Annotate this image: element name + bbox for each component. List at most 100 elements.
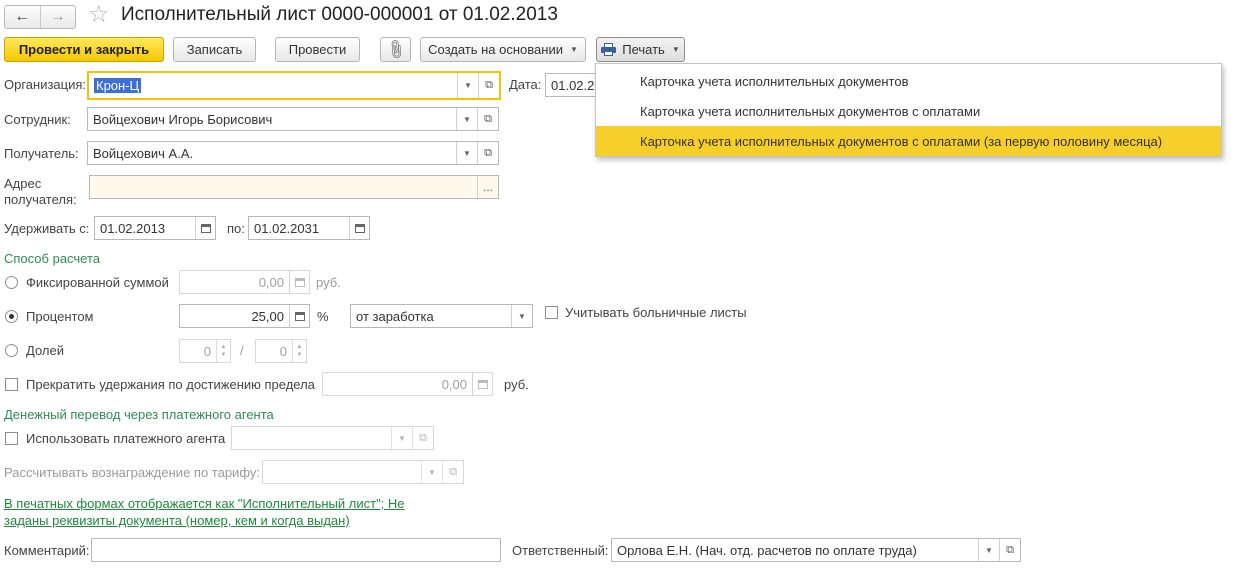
organization-field[interactable]: Крон-Ц ▼ ⧉ [87,71,501,100]
fixed-sum-unit: руб. [316,275,341,290]
percent-base-select[interactable]: от заработка ▼ [350,304,533,328]
calc-method-section: Способ расчета [4,251,101,266]
back-arrow-icon: ← [14,8,31,25]
forward-arrow-icon: → [49,8,66,25]
fixed-sum-label: Фиксированной суммой [26,275,169,290]
select-ellipsis-icon[interactable]: ... [477,176,498,198]
calculator-icon[interactable] [289,305,309,327]
chevron-down-icon[interactable]: ▼ [456,142,477,164]
organization-value: Крон-Ц [94,78,142,93]
share-numerator-field[interactable]: 0 ▲ ▼ [179,339,231,363]
percent-label: Процентом [26,309,94,324]
date-field[interactable]: 01.02.2013 [545,73,597,97]
print-menu-item-highlighted[interactable]: Карточка учета исполнительных документов… [596,126,1221,156]
spinner-icon[interactable]: ▲ ▼ [216,340,230,362]
percent-base-value: от заработка [356,308,434,324]
fixed-sum-radio[interactable] [5,276,18,289]
share-denominator-field[interactable]: 0 ▲ ▼ [255,339,307,363]
print-button[interactable]: Печать ▼ [596,37,685,62]
sick-leave-checkbox[interactable] [545,306,558,319]
chevron-down-icon[interactable]: ▼ [978,539,999,561]
chevron-down-icon[interactable]: ▼ [511,305,532,327]
employee-field[interactable]: Войцехович Игорь Борисович ▼ ⧉ [87,107,499,131]
print-dropdown-menu: Карточка учета исполнительных документов… [595,63,1222,157]
spinner-icon[interactable]: ▲ ▼ [292,340,306,362]
calculator-icon[interactable] [472,373,492,395]
responsible-value: Орлова Е.Н. (Нач. отд. расчетов по оплат… [617,542,917,558]
payment-agent-field[interactable]: ▼ ⧉ [231,426,434,450]
print-forms-warning-link[interactable]: В печатных формах отображается как "Испо… [4,495,414,529]
create-based-on-button[interactable]: Создать на основании ▼ [420,37,586,62]
open-icon[interactable]: ⧉ [999,539,1020,561]
organization-label: Организация: [4,77,87,92]
paperclip-icon: 📎︎ [383,37,408,61]
calculator-icon[interactable] [289,271,309,293]
attach-files-button[interactable]: 📎︎ [380,37,411,62]
employee-value: Войцехович Игорь Борисович [93,111,273,127]
open-icon[interactable]: ⧉ [412,427,433,449]
hold-to-label: по: [227,221,245,236]
share-denominator-value: 0 [279,343,287,359]
limit-checkbox[interactable] [5,378,18,391]
use-agent-label: Использовать платежного агента [26,431,226,446]
responsible-field[interactable]: Орлова Е.Н. (Нач. отд. расчетов по оплат… [611,538,1021,562]
date-value: 01.02.2013 [551,77,597,93]
post-button[interactable]: Провести [275,37,360,62]
chevron-down-icon[interactable]: ▼ [421,461,442,483]
hold-to-value: 01.02.2031 [254,220,320,236]
post-and-close-button[interactable]: Провести и закрыть [4,37,164,62]
chevron-down-icon[interactable]: ▼ [457,73,478,98]
print-menu-item[interactable]: Карточка учета исполнительных документов [596,66,1221,96]
address-label-line1: Адрес [4,176,42,191]
hold-from-value: 01.02.2013 [100,220,166,236]
open-icon[interactable]: ⧉ [477,108,498,130]
percent-field[interactable]: 25,00 [179,304,310,328]
favorite-star-icon[interactable]: ☆ [88,2,110,28]
print-menu-item[interactable]: Карточка учета исполнительных документов… [596,96,1221,126]
calendar-icon[interactable] [195,217,215,239]
recipient-value: Войцехович А.А. [93,145,194,161]
fixed-sum-value: 0,00 [258,274,284,290]
tariff-field[interactable]: ▼ ⧉ [262,460,464,484]
calendar-icon[interactable] [349,217,369,239]
create-based-on-label: Создать на основании [428,42,563,57]
use-agent-checkbox[interactable] [5,432,18,445]
fixed-sum-field[interactable]: 0,00 [179,270,310,294]
open-icon[interactable]: ⧉ [478,73,499,98]
back-button[interactable]: ← [5,6,40,28]
comment-label: Комментарий: [4,543,90,558]
percent-unit: % [317,309,329,324]
navigation-buttons: ← → [4,5,76,29]
percent-radio[interactable] [5,310,18,323]
limit-label: Прекратить удержания по достижению преде… [26,377,315,392]
limit-unit: руб. [504,377,529,392]
chevron-down-icon: ▼ [671,45,680,54]
hold-from-field[interactable]: 01.02.2013 [94,216,216,240]
recipient-label: Получатель: [4,146,79,161]
recipient-field[interactable]: Войцехович А.А. ▼ ⧉ [87,141,499,165]
hold-from-label: Удерживать с: [4,221,90,236]
employee-label: Сотрудник: [4,112,71,127]
address-field[interactable]: ... [89,175,499,199]
address-label-line2: получателя: [4,192,77,207]
payment-agent-section: Денежный перевод через платежного агента [4,407,274,422]
share-separator: / [240,343,244,358]
open-icon[interactable]: ⧉ [477,142,498,164]
limit-value: 0,00 [441,376,467,392]
percent-value: 25,00 [251,308,284,324]
chevron-down-icon[interactable]: ▼ [391,427,412,449]
printer-icon [601,43,617,56]
save-button[interactable]: Записать [173,37,256,62]
share-numerator-value: 0 [203,343,211,359]
forward-button[interactable]: → [39,6,76,28]
comment-field[interactable] [91,538,501,562]
chevron-down-icon: ▼ [569,45,578,54]
open-icon[interactable]: ⧉ [442,461,463,483]
limit-field[interactable]: 0,00 [322,372,493,396]
print-label: Печать [622,42,665,57]
hold-to-field[interactable]: 01.02.2031 [248,216,370,240]
share-radio[interactable] [5,344,18,357]
sick-leave-label: Учитывать больничные листы [565,305,747,320]
chevron-down-icon[interactable]: ▼ [456,108,477,130]
tariff-label: Рассчитывать вознаграждение по тарифу: [4,465,260,480]
